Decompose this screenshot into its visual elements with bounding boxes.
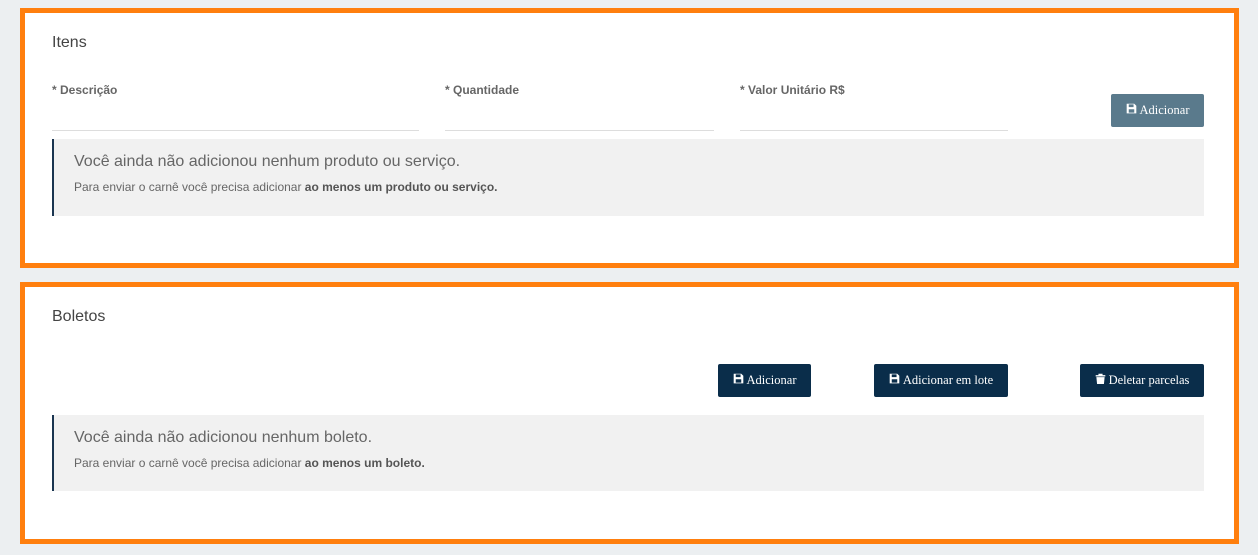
itens-empty-text-prefix: Para enviar o carnê você precisa adicion… <box>74 180 305 194</box>
save-icon <box>1126 103 1137 118</box>
valor-unitario-input[interactable] <box>740 104 1008 131</box>
quantidade-field: * Quantidade <box>445 83 714 131</box>
trash-icon <box>1095 373 1106 388</box>
boletos-empty-text-prefix: Para enviar o carnê você precisa adicion… <box>74 456 305 470</box>
descricao-label: * Descrição <box>52 83 118 97</box>
save-icon <box>889 373 900 388</box>
descricao-field: * Descrição <box>52 83 419 131</box>
save-icon <box>733 373 744 388</box>
valor-unitario-label: * Valor Unitário R$ <box>740 83 845 97</box>
add-boleto-button-label: Adicionar <box>746 373 797 387</box>
boletos-empty-text: Para enviar o carnê você precisa adicion… <box>74 456 1184 470</box>
itens-title: Itens <box>52 34 87 51</box>
quantidade-label: * Quantidade <box>445 83 520 97</box>
itens-empty-notice: Você ainda não adicionou nenhum produto … <box>52 139 1204 216</box>
boletos-empty-notice: Você ainda não adicionou nenhum boleto. … <box>52 415 1204 491</box>
quantidade-input[interactable] <box>445 104 714 131</box>
delete-installments-button-label: Deletar parcelas <box>1108 373 1190 387</box>
boletos-panel: Boletos Adicionar Adicionar em lote Dele… <box>20 282 1239 544</box>
add-item-button[interactable]: Adicionar <box>1111 94 1204 127</box>
delete-installments-button[interactable]: Deletar parcelas <box>1080 364 1204 397</box>
boletos-title: Boletos <box>52 308 106 325</box>
descricao-input[interactable] <box>52 104 419 131</box>
boletos-empty-text-bold: ao menos um boleto. <box>304 456 425 470</box>
add-boleto-button[interactable]: Adicionar <box>718 364 811 397</box>
valor-unitario-field: * Valor Unitário R$ <box>740 83 1008 131</box>
boletos-empty-title: Você ainda não adicionou nenhum boleto. <box>74 429 373 446</box>
add-item-button-label: Adicionar <box>1139 103 1190 117</box>
itens-empty-text: Para enviar o carnê você precisa adicion… <box>74 180 1184 194</box>
add-batch-button[interactable]: Adicionar em lote <box>874 364 1008 397</box>
itens-panel: Itens * Descrição * Quantidade * Valor U… <box>20 8 1239 268</box>
itens-empty-text-bold: ao menos um produto ou serviço. <box>304 180 498 194</box>
add-batch-button-label: Adicionar em lote <box>902 373 994 387</box>
itens-empty-title: Você ainda não adicionou nenhum produto … <box>74 153 461 170</box>
